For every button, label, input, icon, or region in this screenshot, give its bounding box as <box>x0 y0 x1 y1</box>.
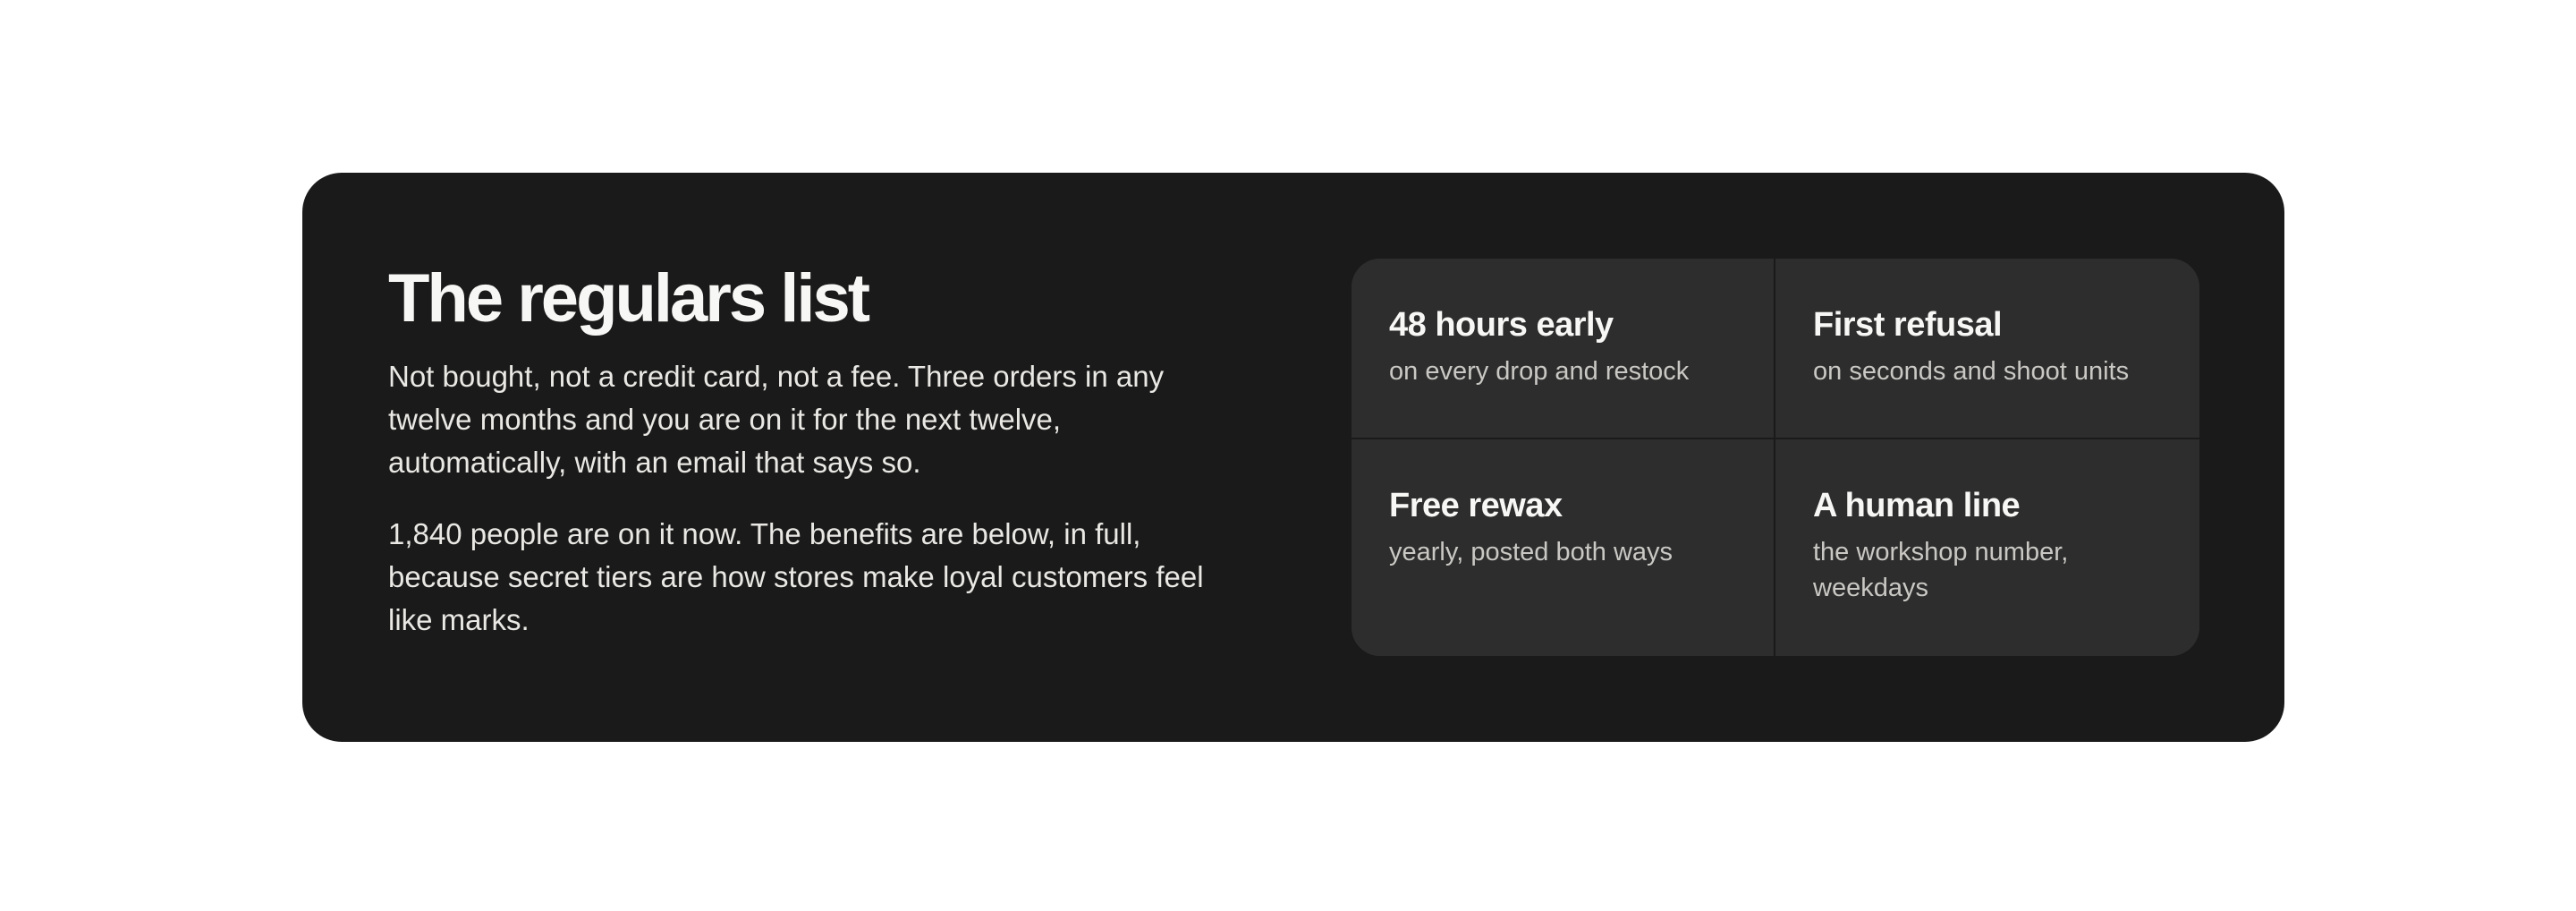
benefit-detail: yearly, posted both ways <box>1389 538 1674 566</box>
benefit-detail: on every drop and restock <box>1389 357 1690 386</box>
benefits-grid: 48 hours early on every drop and restock… <box>1352 259 2199 656</box>
benefit-card-early-access: 48 hours early on every drop and restock <box>1352 259 1775 439</box>
regulars-list-panel: The regulars list Not bought, not a cred… <box>302 173 2284 742</box>
benefit-title: Free rewax <box>1389 487 1563 524</box>
benefit-title: 48 hours early <box>1389 306 1614 344</box>
regulars-intro: The regulars list Not bought, not a cred… <box>388 259 1211 642</box>
intro-paragraph: Not bought, not a credit card, not a fee… <box>388 360 1165 479</box>
membership-count-paragraph: 1,840 people are on it now. The benefits… <box>388 517 1204 636</box>
section-title: The regulars list <box>388 260 870 336</box>
benefit-title: A human line <box>1813 487 2021 524</box>
benefit-title: First refusal <box>1813 306 2003 344</box>
benefit-detail: the workshop number, weekdays <box>1813 538 2069 602</box>
benefit-card-human-line: A human line the workshop number, weekda… <box>1775 439 2199 656</box>
benefit-card-first-refusal: First refusal on seconds and shoot units <box>1775 259 2199 439</box>
benefit-card-free-rewax: Free rewax yearly, posted both ways <box>1352 439 1775 656</box>
benefit-detail: on seconds and shoot units <box>1813 357 2130 386</box>
